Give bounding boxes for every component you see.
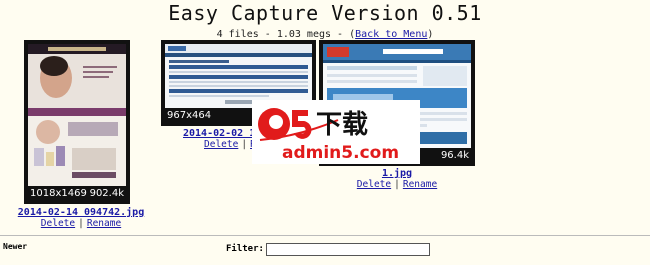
watermark-cn-text: 下载 [316, 110, 368, 140]
back-to-menu-link[interactable]: Back to Menu [355, 29, 427, 40]
watermark-domain: admin5.com [282, 143, 399, 163]
thumbnail-1-delete-link[interactable]: Delete [41, 218, 75, 229]
page-title: Easy Capture Version 0.51 [168, 1, 482, 25]
thumbnail-3-size: 96.4k [440, 150, 469, 161]
thumbnail-1-rename-link[interactable]: Rename [87, 218, 121, 229]
sort-newer-label[interactable]: Newer [3, 242, 27, 251]
thumbnail-2-image [165, 44, 312, 108]
cosmetics-page-preview [28, 44, 126, 186]
footer-divider [0, 235, 650, 236]
filter-label: Filter: [226, 244, 264, 254]
a5-logo-mark: 下载 admin5.com [252, 100, 420, 164]
thumbnail-2-delete-link[interactable]: Delete [204, 139, 238, 150]
thumbnail-3-filename-link[interactable]: 1.jpg [382, 168, 412, 179]
page-subtitle: 4 files - 1.03 megs - (Back to Menu) [216, 29, 434, 40]
thumbnail-3-rename-link[interactable]: Rename [403, 179, 437, 190]
a5-watermark-logo: 下载 admin5.com [252, 100, 420, 164]
thumbnail-2-dimensions: 967x464 [167, 110, 212, 121]
total-size: 1.03 megs [276, 29, 332, 40]
thumbnail-1-filename-link[interactable]: 2014-02-14 094742.jpg [18, 207, 144, 218]
thumbnail-3-delete-link[interactable]: Delete [357, 179, 391, 190]
thumbnail-2-filename-link[interactable]: 2014-02-02 15 [183, 128, 261, 139]
admin-panel-preview [165, 44, 312, 108]
file-count: 4 files [216, 29, 259, 40]
thumbnail-1-size: 902.4k [89, 188, 124, 199]
thumbnail-1[interactable]: 1018x1469 902.4k [24, 40, 130, 204]
thumbnail-1-dimensions: 1018x1469 [30, 188, 87, 199]
thumbnail-1-image [28, 44, 126, 186]
filter-input[interactable] [266, 243, 430, 256]
